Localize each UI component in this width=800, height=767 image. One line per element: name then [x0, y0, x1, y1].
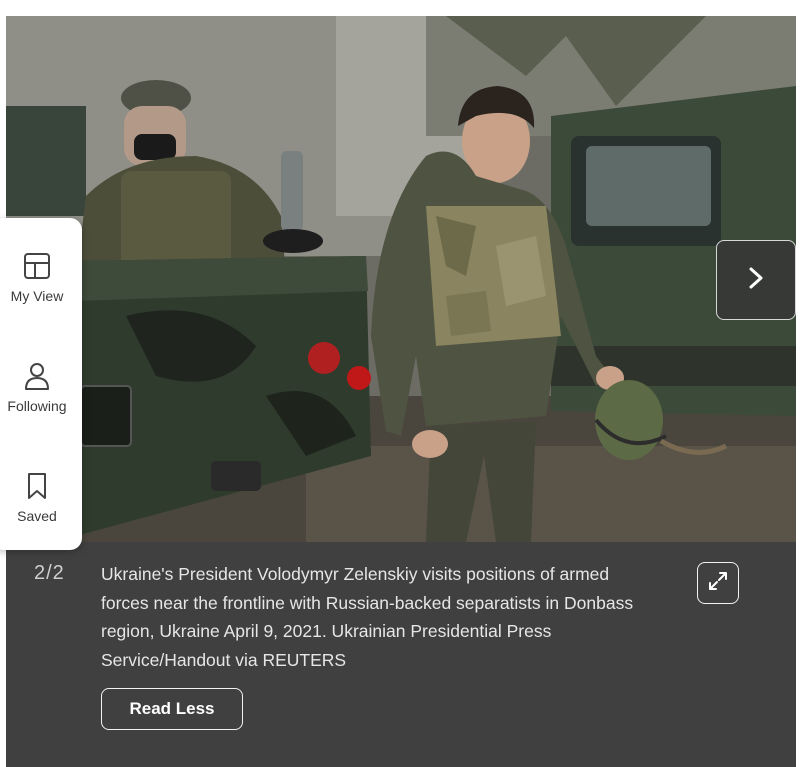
gallery-photo — [6, 16, 796, 542]
expand-icon — [707, 570, 729, 597]
read-less-button[interactable]: Read Less — [101, 688, 243, 730]
expand-button[interactable] — [697, 562, 739, 604]
layout-icon — [22, 250, 52, 282]
chevron-right-icon — [745, 265, 767, 296]
bookmark-icon — [25, 470, 49, 502]
side-nav-my-view[interactable]: My View — [0, 250, 82, 350]
side-nav-label: Following — [7, 398, 67, 414]
side-nav-label: My View — [10, 288, 64, 304]
side-nav-following[interactable]: Following — [0, 360, 82, 460]
top-strip — [0, 0, 800, 16]
caption-panel: 2/2 Ukraine's President Volodymyr Zelens… — [6, 542, 796, 767]
side-nav: My View Following Saved — [0, 218, 82, 550]
side-nav-saved[interactable]: Saved — [0, 470, 82, 570]
side-nav-label: Saved — [17, 508, 57, 524]
person-icon — [22, 360, 52, 392]
photo-caption: Ukraine's President Volodymyr Zelenskiy … — [101, 564, 634, 670]
next-photo-button[interactable] — [716, 240, 796, 320]
